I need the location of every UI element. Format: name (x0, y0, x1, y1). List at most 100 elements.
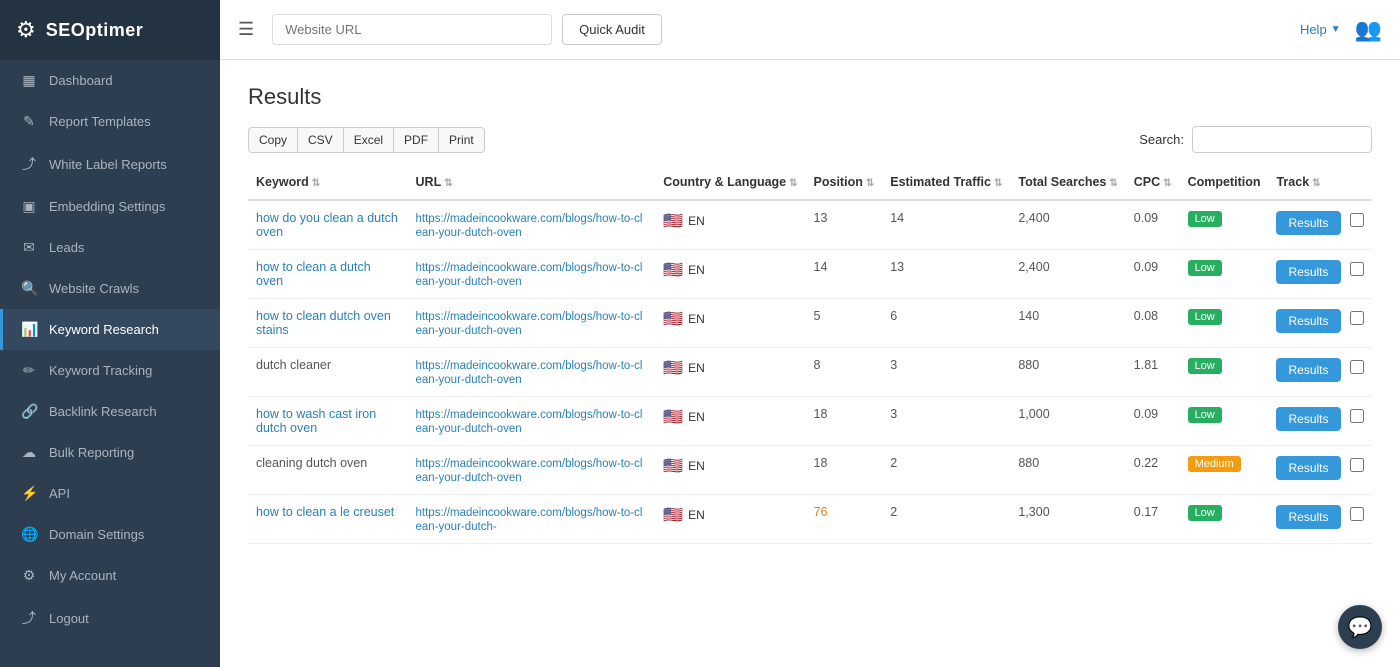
sort-icon: ⇅ (866, 178, 874, 189)
track-checkbox[interactable] (1350, 311, 1364, 325)
sidebar-item-bulk-reporting[interactable]: ☁ Bulk Reporting (0, 432, 220, 473)
position-cell: 18 (806, 446, 883, 495)
table-row: how to clean a dutch oven https://madeinc… (248, 250, 1372, 299)
col-url[interactable]: URL⇅ (408, 165, 656, 200)
position-value: 18 (814, 407, 828, 421)
searches-value: 2,400 (1018, 260, 1049, 274)
url-input[interactable] (272, 14, 552, 45)
results-button[interactable]: Results (1276, 211, 1340, 235)
search-label: Search: (1139, 132, 1184, 147)
position-value: 14 (814, 260, 828, 274)
sidebar-item-leads[interactable]: ✉ Leads (0, 227, 220, 268)
flag-icon: 🇺🇸 (663, 211, 683, 231)
results-button[interactable]: Results (1276, 407, 1340, 431)
sidebar-item-dashboard[interactable]: ▦ Dashboard (0, 60, 220, 101)
track-checkbox[interactable] (1350, 507, 1364, 521)
sidebar-item-website-crawls[interactable]: 🔍 Website Crawls (0, 268, 220, 309)
chat-bubble[interactable]: 💬 (1338, 605, 1382, 649)
keyword-cell: how to wash cast iron dutch oven (248, 397, 408, 446)
col-total-searches[interactable]: Total Searches⇅ (1010, 165, 1125, 200)
track-checkbox[interactable] (1350, 360, 1364, 374)
topbar-right: Help ▼ 👥 (1300, 17, 1382, 43)
language-text: EN (688, 508, 705, 522)
results-button[interactable]: Results (1276, 309, 1340, 333)
sidebar-label-my-account: My Account (49, 568, 116, 583)
keyword-link[interactable]: how to clean a le creuset (256, 505, 394, 519)
sidebar-item-keyword-tracking[interactable]: ✏ Keyword Tracking (0, 350, 220, 391)
sidebar-item-api[interactable]: ⚡ API (0, 473, 220, 514)
results-button[interactable]: Results (1276, 456, 1340, 480)
keyword-link[interactable]: how to clean dutch oven stains (256, 309, 391, 337)
sidebar-item-domain-settings[interactable]: 🌐 Domain Settings (0, 514, 220, 555)
track-checkbox[interactable] (1350, 213, 1364, 227)
url-text: https://madeincookware.com/blogs/how-to-… (416, 262, 643, 288)
sidebar-item-logout[interactable]: ⤴ Logout (0, 596, 220, 640)
hamburger-icon[interactable]: ☰ (238, 19, 254, 40)
table-row: how do you clean a dutch ovenhttps://mad… (248, 200, 1372, 250)
traffic-value: 3 (890, 358, 897, 372)
help-button[interactable]: Help ▼ (1300, 22, 1341, 37)
keyword-cell: how do you clean a dutch oven (248, 200, 408, 250)
col-keyword[interactable]: Keyword⇅ (248, 165, 408, 200)
results-button[interactable]: Results (1276, 358, 1340, 382)
traffic-value: 2 (890, 456, 897, 470)
sidebar-item-my-account[interactable]: ⚙ My Account (0, 555, 220, 596)
competition-badge: Low (1188, 211, 1222, 227)
sidebar-icon-logout: ⤴ (21, 608, 37, 628)
keyword-cell: how to clean a dutch oven (248, 250, 408, 299)
country-language-cell: 🇺🇸EN (655, 299, 805, 348)
language-text: EN (688, 312, 705, 326)
user-icon[interactable]: 👥 (1355, 17, 1382, 43)
keyword-link[interactable]: how to clean a dutch oven (256, 260, 371, 288)
cpc-cell: 1.81 (1126, 348, 1180, 397)
country-language-cell: 🇺🇸 EN (655, 200, 805, 250)
track-checkbox[interactable] (1350, 458, 1364, 472)
sort-icon: ⇅ (789, 178, 797, 189)
language-text: EN (688, 263, 705, 277)
help-label: Help (1300, 22, 1327, 37)
sidebar-icon-domain-settings: 🌐 (21, 526, 37, 543)
results-button[interactable]: Results (1276, 505, 1340, 529)
sidebar-item-keyword-research[interactable]: 📊 Keyword Research (0, 309, 220, 350)
keyword-link[interactable]: how do you clean a dutch oven (256, 211, 398, 239)
keyword-link[interactable]: how to wash cast iron dutch oven (256, 407, 376, 435)
estimated-traffic-cell: 13 (882, 250, 1010, 299)
col-position[interactable]: Position⇅ (806, 165, 883, 200)
position-cell: 18 (806, 397, 883, 446)
sidebar-item-white-label-reports[interactable]: ⤴ White Label Reports (0, 142, 220, 186)
track-checkbox[interactable] (1350, 262, 1364, 276)
export-btn-excel[interactable]: Excel (343, 127, 393, 153)
sidebar-item-embedding-settings[interactable]: ▣ Embedding Settings (0, 186, 220, 227)
flag-icon: 🇺🇸 (663, 260, 683, 280)
sort-icon: ⇅ (444, 178, 452, 189)
country-language-cell: 🇺🇸EN (655, 446, 805, 495)
sidebar-icon-my-account: ⚙ (21, 567, 37, 584)
quick-audit-button[interactable]: Quick Audit (562, 14, 662, 45)
export-btn-copy[interactable]: Copy (248, 127, 297, 153)
results-button[interactable]: Results (1276, 260, 1340, 284)
col-cpc[interactable]: CPC⇅ (1126, 165, 1180, 200)
traffic-value: 14 (890, 211, 904, 225)
export-btn-print[interactable]: Print (438, 127, 485, 153)
cpc-cell: 0.22 (1126, 446, 1180, 495)
competition-cell: Low (1180, 250, 1269, 299)
language-text: EN (688, 214, 705, 228)
competition-cell: Low (1180, 348, 1269, 397)
track-checkbox[interactable] (1350, 409, 1364, 423)
sidebar-label-white-label-reports: White Label Reports (49, 157, 167, 172)
col-estimated-traffic[interactable]: Estimated Traffic⇅ (882, 165, 1010, 200)
col-country---language[interactable]: Country & Language⇅ (655, 165, 805, 200)
position-cell: 13 (806, 200, 883, 250)
export-btn-csv[interactable]: CSV (297, 127, 343, 153)
sidebar-item-report-templates[interactable]: ✎ Report Templates (0, 101, 220, 142)
url-text: https://madeincookware.com/blogs/how-to-… (416, 458, 643, 484)
export-btn-pdf[interactable]: PDF (393, 127, 438, 153)
search-input[interactable] (1192, 126, 1372, 153)
url-text: https://madeincookware.com/blogs/how-to-… (416, 507, 643, 533)
traffic-value: 2 (890, 505, 897, 519)
flag-icon: 🇺🇸 (663, 456, 683, 476)
searches-value: 1,000 (1018, 407, 1049, 421)
col-track[interactable]: Track⇅ (1268, 165, 1372, 200)
sidebar-item-backlink-research[interactable]: 🔗 Backlink Research (0, 391, 220, 432)
cpc-value: 0.22 (1134, 456, 1158, 470)
